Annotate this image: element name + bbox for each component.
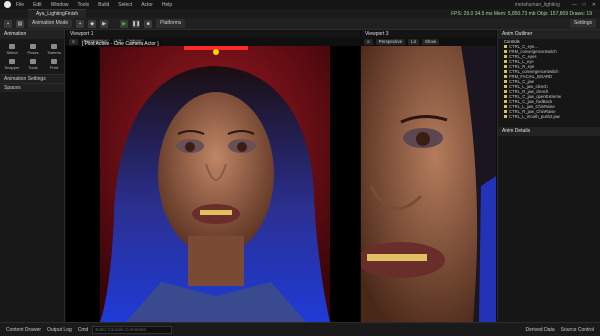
viewport-3-perspective-button[interactable]: Perspective	[375, 39, 406, 45]
viewport-3-toolbar: ≡ Perspective Lit Show	[361, 38, 496, 46]
poses-tool[interactable]: Poses	[23, 42, 43, 56]
animation-settings-section[interactable]: Animation Settings	[0, 74, 64, 83]
control-icon	[504, 110, 507, 114]
menu-build[interactable]: Build	[98, 2, 109, 8]
perf-stats: FPS: 29.0 34.5 ms Mem: 5,850.73 mb Objs:…	[451, 10, 592, 17]
platforms-dropdown[interactable]: Platforms	[156, 19, 186, 28]
control-icon	[504, 45, 507, 49]
control-icon	[504, 85, 507, 89]
project-name: metahuman_lighting	[514, 1, 560, 8]
source-control-button[interactable]: Source Control	[561, 327, 594, 333]
control-icon	[504, 75, 507, 79]
select-icon	[9, 43, 15, 49]
menu-bar: File Edit Window Tools Build Select Acto…	[0, 0, 600, 9]
main-toolbar: ▪ ▤ Animation Mode + ◆ ▶ ▶ ❚❚ ■ Platform…	[0, 18, 600, 30]
level-tab-row: Aya_LightingFinish FPS: 29.0 34.5 ms Mem…	[0, 9, 600, 18]
list-item[interactable]: CTRL_L_mouth_push2.jaw	[498, 114, 600, 119]
control-icon	[504, 70, 507, 74]
level-tab[interactable]: Aya_LightingFinish	[28, 9, 87, 18]
anim-details-header[interactable]: Anim Details	[498, 127, 600, 136]
control-icon	[504, 60, 507, 64]
control-icon	[504, 100, 507, 104]
anim-outliner-panel: Anim Outliner Controls CTRL_C_eye... FRM…	[497, 30, 600, 322]
pilot-label: [ Pilot Active - Cine Camera Actor ]	[80, 41, 161, 47]
animation-panel: Animation Select Poses Tweens Snapper To…	[0, 30, 65, 322]
portrait-render-1	[66, 46, 360, 322]
pause-icon[interactable]: ❚❚	[132, 19, 140, 28]
control-icon	[504, 65, 507, 69]
maximize-icon[interactable]: □	[583, 2, 586, 8]
poses-icon	[30, 43, 36, 49]
anim-outliner-header: Anim Outliner	[498, 30, 600, 39]
menu-tools[interactable]: Tools	[77, 2, 89, 8]
control-icon	[504, 90, 507, 94]
unreal-logo-icon[interactable]	[4, 1, 11, 8]
content-drawer-button[interactable]: Content Drawer	[6, 327, 41, 333]
animation-tools: Select Poses Tweens Snapper Tools Print	[0, 39, 64, 74]
viewport-3-options-icon[interactable]: ≡	[364, 39, 373, 45]
viewport-3-tab[interactable]: Viewport 3	[361, 30, 496, 38]
cmd-dropdown[interactable]: Cmd	[78, 327, 89, 333]
menu-help[interactable]: Help	[162, 2, 172, 8]
cinematics-icon[interactable]: ▶	[100, 19, 109, 28]
blueprint-icon[interactable]: ◆	[88, 19, 97, 28]
status-bar-right: Derived Data Source Control	[525, 327, 600, 333]
spaces-section[interactable]: Spaces	[0, 83, 64, 92]
tweens-icon	[51, 43, 57, 49]
control-icon	[504, 80, 507, 84]
snapper-icon	[9, 58, 15, 64]
snapper-tool[interactable]: Snapper	[2, 57, 22, 71]
outliner-list: CTRL_C_eye... FRM_convergenceSwitch CTRL…	[498, 44, 600, 119]
control-icon	[504, 55, 507, 59]
animation-panel-header: Animation	[0, 30, 64, 39]
tools-tool[interactable]: Tools	[23, 57, 43, 71]
portrait-render-3	[361, 46, 496, 322]
menu-select[interactable]: Select	[118, 2, 132, 8]
stop-icon[interactable]: ■	[144, 19, 153, 28]
status-bar: Content Drawer Output Log Cmd Enter Cons…	[0, 322, 600, 336]
print-icon	[51, 58, 57, 64]
control-icon	[504, 95, 507, 99]
play-icon[interactable]: ▶	[120, 19, 129, 28]
viewport-1[interactable]: Viewport 1 ≡ Perspective Lit Show [ Pilo…	[66, 30, 360, 322]
menu-window[interactable]: Window	[51, 2, 69, 8]
mode-dropdown[interactable]: Animation Mode	[28, 19, 73, 28]
control-icon	[504, 50, 507, 54]
settings-button[interactable]: Settings	[569, 19, 596, 28]
tools-icon	[30, 58, 36, 64]
menu-edit[interactable]: Edit	[33, 2, 42, 8]
add-actor-icon[interactable]: +	[76, 19, 85, 28]
control-icon	[504, 105, 507, 109]
viewport-3[interactable]: Viewport 3 ≡ Perspective Lit Show	[361, 30, 496, 322]
console-command-input[interactable]: Enter Console Command	[92, 325, 173, 334]
viewport-3-show-button[interactable]: Show	[421, 39, 440, 45]
close-icon[interactable]: ✕	[592, 2, 596, 8]
minimize-icon[interactable]: —	[572, 2, 577, 8]
viewport-options-icon[interactable]: ≡	[69, 39, 78, 45]
derived-data-button[interactable]: Derived Data	[525, 327, 554, 333]
menu-actor[interactable]: Actor	[141, 2, 153, 8]
save-icon[interactable]: ▪	[4, 19, 12, 28]
output-log-button[interactable]: Output Log	[47, 327, 72, 333]
menu-file[interactable]: File	[16, 2, 24, 8]
control-icon	[504, 115, 507, 119]
content-icon[interactable]: ▤	[16, 19, 24, 28]
viewport-1-tab[interactable]: Viewport 1	[66, 30, 360, 38]
select-tool[interactable]: Select	[2, 42, 22, 56]
viewport-3-lit-button[interactable]: Lit	[408, 39, 419, 45]
print-tool[interactable]: Print	[44, 57, 64, 71]
tweens-tool[interactable]: Tweens	[44, 42, 64, 56]
